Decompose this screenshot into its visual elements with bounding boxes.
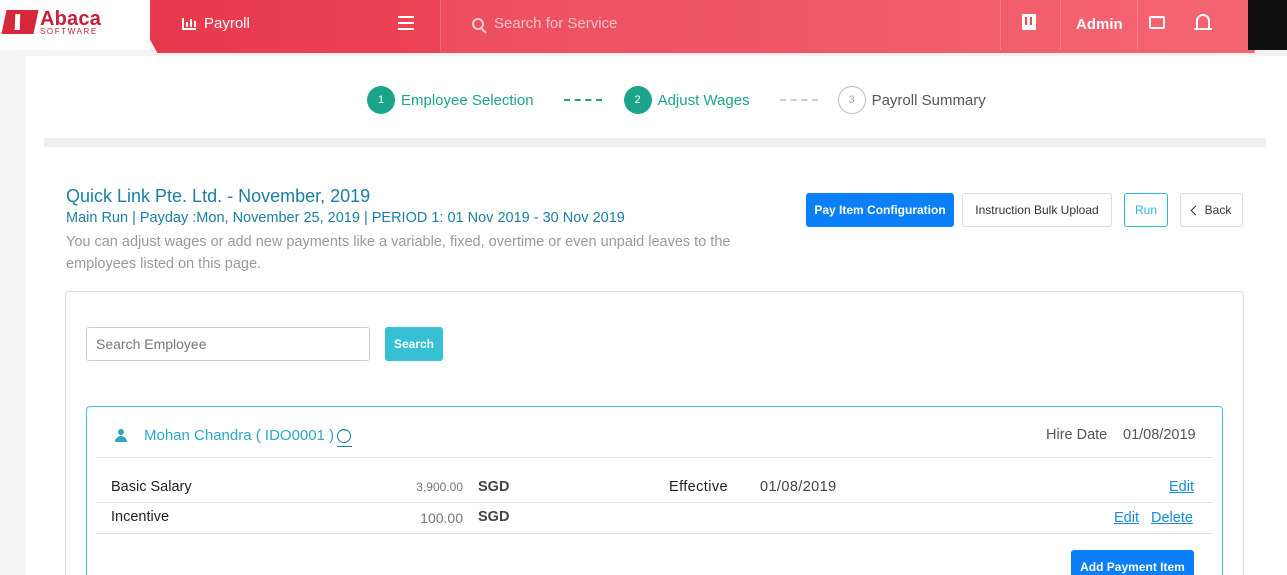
- instruction-bulk-upload-button[interactable]: Instruction Bulk Upload: [962, 193, 1112, 227]
- pay-item-name: Incentive: [111, 509, 170, 525]
- edit-link[interactable]: Edit: [1169, 479, 1194, 495]
- bar-chart-icon: [182, 17, 196, 30]
- step-3-label: Payroll Summary: [871, 91, 986, 109]
- pay-item-currency: SGD: [478, 509, 510, 525]
- navbar-divider: [1137, 0, 1138, 50]
- hire-date-value: 01/08/2019: [1123, 427, 1196, 443]
- pay-item-amount: 100.00: [420, 510, 463, 526]
- row-divider: [96, 502, 1213, 503]
- service-search-placeholder: Search for Service: [494, 15, 618, 32]
- navbar-edge: [1248, 0, 1287, 50]
- wizard-stepper: 1 Employee Selection 2 Adjust Wages 3 Pa…: [367, 86, 986, 114]
- navbar-divider: [440, 0, 441, 50]
- run-title: Quick Link Pte. Ltd. - November, 2019: [66, 186, 371, 206]
- user-menu[interactable]: Admin: [1076, 16, 1123, 33]
- logo-subtitle: SOFTWARE: [40, 27, 98, 36]
- navbar-divider: [1000, 0, 1001, 50]
- comment-icon[interactable]: [337, 425, 351, 443]
- step-connector: [563, 99, 602, 101]
- run-subtitle: Main Run | Payday :Mon, November 25, 201…: [66, 210, 625, 226]
- pay-item-currency: SGD: [478, 479, 510, 495]
- step-2-label: Adjust Wages: [657, 91, 750, 109]
- message-icon[interactable]: [1149, 12, 1165, 29]
- step-2-indicator: 2: [623, 86, 652, 114]
- top-navbar: Abaca SOFTWARE Payroll Search for Servic…: [0, 0, 1287, 53]
- step-1-indicator: 1: [367, 86, 395, 114]
- navbar-divider: [1060, 0, 1061, 50]
- add-payment-item-button[interactable]: Add Payment Item: [1071, 550, 1194, 575]
- step-connector: [779, 99, 818, 101]
- effective-label: Effective: [669, 479, 728, 495]
- payroll-module-link[interactable]: Payroll: [182, 15, 250, 32]
- menu-toggle-icon[interactable]: [398, 16, 414, 30]
- chevron-left-icon: [1190, 205, 1201, 215]
- section-divider: [44, 138, 1266, 147]
- app-logo[interactable]: Abaca SOFTWARE: [0, 0, 150, 50]
- employee-name[interactable]: Mohan Chandra ( IDO0001 ): [144, 427, 334, 444]
- abaca-logo-icon: [1, 10, 39, 34]
- edit-link[interactable]: Edit: [1114, 510, 1139, 526]
- back-button[interactable]: Back: [1180, 193, 1243, 227]
- hire-date-label: Hire Date: [1046, 427, 1108, 443]
- step-3-indicator: 3: [837, 86, 866, 114]
- row-divider: [96, 457, 1213, 458]
- delete-link[interactable]: Delete: [1151, 510, 1193, 526]
- pay-item-amount: 3,900.00: [416, 480, 463, 494]
- run-button[interactable]: Run: [1124, 193, 1168, 227]
- module-label: Payroll: [204, 15, 250, 32]
- row-divider: [96, 533, 1213, 534]
- user-icon: [115, 429, 127, 442]
- back-label: Back: [1204, 203, 1232, 217]
- search-employee-input[interactable]: [86, 327, 370, 361]
- comment-underline: [337, 446, 352, 447]
- pay-item-name: Basic Salary: [111, 479, 192, 495]
- service-search[interactable]: Search for Service: [472, 15, 617, 32]
- pay-item-configuration-button[interactable]: Pay Item Configuration: [806, 193, 954, 227]
- notification-bell-icon[interactable]: [1194, 14, 1212, 30]
- search-button[interactable]: Search: [385, 327, 443, 361]
- company-icon[interactable]: [1022, 14, 1036, 30]
- effective-date: 01/08/2019: [760, 479, 837, 495]
- step-1-label: Employee Selection: [401, 91, 534, 109]
- search-icon: [472, 17, 484, 30]
- run-description: You can adjust wages or add new payments…: [66, 234, 731, 272]
